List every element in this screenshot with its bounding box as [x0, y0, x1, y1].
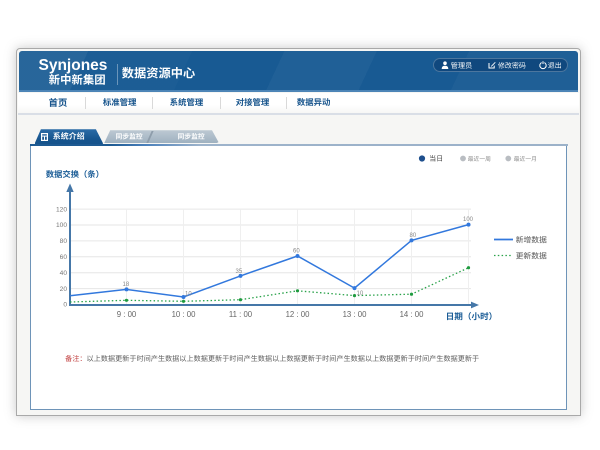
svg-text:60: 60 [293, 249, 300, 255]
svg-text:10: 10 [185, 292, 192, 298]
svg-text:9 : 00: 9 : 00 [117, 310, 137, 319]
svg-text:0: 0 [63, 302, 67, 309]
svg-text:14 : 00: 14 : 00 [400, 310, 425, 319]
svg-text:11 : 00: 11 : 00 [229, 310, 253, 319]
svg-text:10: 10 [357, 291, 364, 297]
svg-text:60: 60 [60, 254, 68, 261]
svg-text:120: 120 [56, 206, 67, 213]
svg-text:100: 100 [463, 217, 474, 223]
svg-text:100: 100 [56, 222, 67, 229]
svg-text:40: 40 [60, 270, 68, 277]
svg-text:80: 80 [410, 233, 417, 239]
svg-text:20: 20 [60, 286, 68, 293]
svg-text:18: 18 [123, 282, 130, 288]
svg-text:10 : 00: 10 : 00 [172, 310, 197, 319]
svg-text:80: 80 [60, 238, 68, 245]
svg-text:12 : 00: 12 : 00 [286, 310, 311, 319]
svg-text:35: 35 [236, 269, 243, 275]
svg-text:13 : 00: 13 : 00 [343, 310, 368, 319]
